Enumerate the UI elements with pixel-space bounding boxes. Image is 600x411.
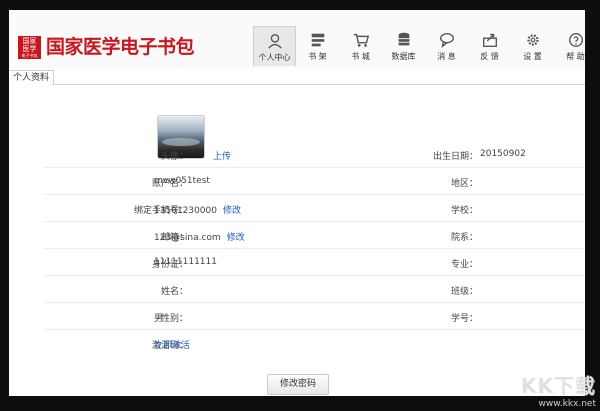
field-label: 班级： [450,287,478,297]
phone-value: 13501230000 [154,206,217,216]
field-label: 专业： [450,260,478,270]
help-icon [568,33,583,47]
app-title: 国家医学电子书包 [46,36,195,58]
watermark-url: www.kkx.net [538,399,597,409]
nav-feedback[interactable]: 反 馈 [468,26,511,66]
nav-bookshelf[interactable]: 书 架 [296,26,339,66]
profile-row-phone: 绑定手机号： 13501230000 修改 学校： [44,194,584,222]
user-icon [267,34,282,49]
birthdate-label: 出生日期： [432,152,478,162]
profile-row-id-card: 身份证： 11111111111 专业： [44,248,584,276]
nav-messages[interactable]: 消 息 [425,26,468,66]
gear-icon [526,34,539,46]
profile-panel: 头像： 上传 出生日期： 20150902 账户名： mvw051test 地区… [9,85,585,396]
activate-now-link[interactable]: 立即激活 [154,341,190,351]
tab-bar: 个人资料 [9,68,585,85]
field-label: 性别： [160,314,188,324]
field-value: 男 [154,314,164,324]
nav-label: 设 置 [523,52,542,61]
nav-label: 书 城 [351,52,370,61]
cart-icon [353,33,369,47]
app-window: 国家医学电子书包 国家医学电子书包 个人中心 书 架 书 城 数据库 消 息 [9,10,585,396]
tab-profile[interactable]: 个人资料 [9,70,55,85]
profile-row-email: 邮箱： 123@sina.com 修改 院系： [44,221,584,249]
bookshelf-icon [311,33,324,47]
nav-bookstore[interactable]: 书 城 [339,26,382,66]
upload-link[interactable]: 上传 [213,152,231,162]
field-label: 学校： [450,206,478,216]
profile-row-account: 账户名： mvw051test 地区： [44,167,584,195]
nav-label: 消 息 [437,52,456,61]
field-value: mvw051test [154,176,210,186]
site-watermark: KK下载 www.kkx.net [521,370,596,409]
nav-label: 书 架 [308,52,327,61]
profile-row-gender: 性别： 男 学号： [44,302,584,330]
top-nav: 个人中心 书 架 书 城 数据库 消 息 反 馈 设 置 帮 助 [253,26,585,68]
nav-label: 帮 助 [566,52,585,61]
nav-help[interactable]: 帮 助 [554,26,585,66]
field-value: 11111111111 [154,257,217,267]
nav-label: 反 馈 [480,52,499,61]
field-label: 姓名： [160,287,188,297]
profile-row-avatar: 头像： 上传 出生日期： 20150902 [44,140,584,168]
feedback-icon [482,33,497,47]
edit-phone-link[interactable]: 修改 [223,206,241,216]
field-label: 院系： [450,233,478,243]
email-value: 123@sina.com [154,233,221,243]
header: 国家医学电子书包 国家医学电子书包 个人中心 书 架 书 城 数据库 消 息 [9,10,585,69]
edit-email-link[interactable]: 修改 [227,233,245,243]
profile-row-activation: 激活码： 立即激活 [44,329,584,356]
nav-label: 数据库 [391,52,416,61]
avatar-label: 头像： [160,152,188,162]
nav-label: 个人中心 [258,53,291,62]
nav-personal-center[interactable]: 个人中心 [253,26,296,66]
profile-row-name: 姓名： 班级： [44,275,584,303]
watermark-logo: KK下载 [521,374,596,398]
database-icon [398,32,409,46]
change-password-button[interactable]: 修改密码 [267,374,329,395]
nav-database[interactable]: 数据库 [382,26,425,66]
message-icon [439,33,454,48]
field-label: 地区： [450,179,478,189]
field-label: 学号： [450,314,478,324]
logo-badge: 国家 医学 电子书包 [18,36,41,59]
nav-settings[interactable]: 设 置 [511,26,554,66]
birthdate-value: 20150902 [480,149,526,159]
